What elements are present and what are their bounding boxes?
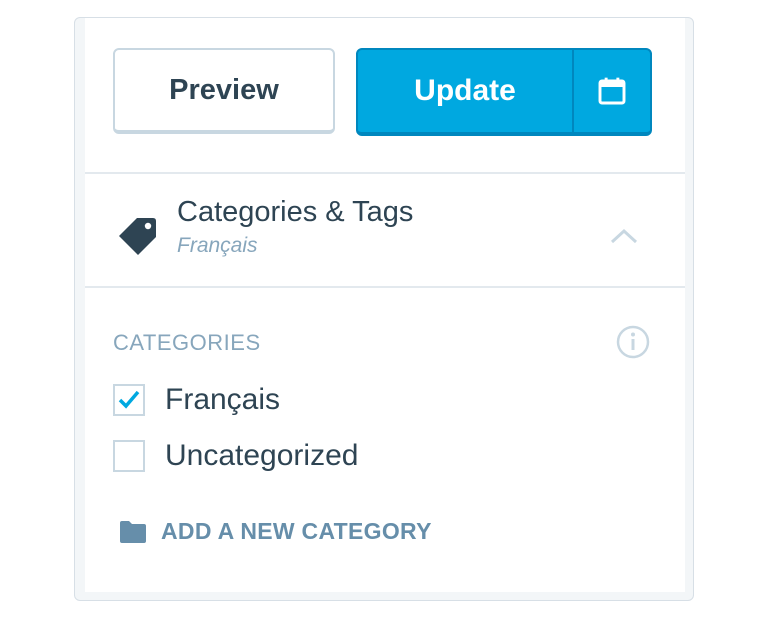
category-checkbox-francais[interactable]: [113, 384, 145, 416]
preview-button[interactable]: Preview: [113, 48, 335, 134]
category-item-uncategorized[interactable]: Uncategorized: [113, 436, 358, 476]
category-item-francais[interactable]: Français: [113, 380, 280, 420]
section-title: Categories & Tags: [177, 196, 414, 228]
categories-tags-header[interactable]: Categories & Tags Français: [85, 174, 685, 288]
calendar-icon: [598, 77, 626, 105]
update-button[interactable]: Update: [358, 50, 572, 132]
category-label: Français: [165, 383, 281, 416]
section-subtitle: Français: [177, 234, 258, 257]
add-new-category-label: ADD A NEW CATEGORY: [161, 518, 432, 544]
sidebar-inner: Preview Update Categories & Tags Françai…: [85, 18, 685, 592]
tag-icon: [119, 218, 156, 255]
categories-heading: CATEGORIES: [113, 330, 261, 355]
checkmark-icon: [118, 390, 140, 409]
category-label: Uncategorized: [165, 439, 359, 472]
editor-sidebar-panel: Preview Update Categories & Tags Françai…: [74, 17, 694, 601]
folder-icon: [120, 520, 146, 543]
schedule-button[interactable]: [572, 50, 650, 132]
add-new-category-link[interactable]: ADD A NEW CATEGORY: [119, 518, 432, 545]
category-checkbox-uncategorized[interactable]: [113, 440, 145, 472]
info-icon[interactable]: [615, 324, 651, 360]
chevron-up-icon[interactable]: [609, 226, 639, 246]
publish-actions: Preview Update: [85, 18, 685, 174]
update-button-group: Update: [356, 48, 652, 136]
